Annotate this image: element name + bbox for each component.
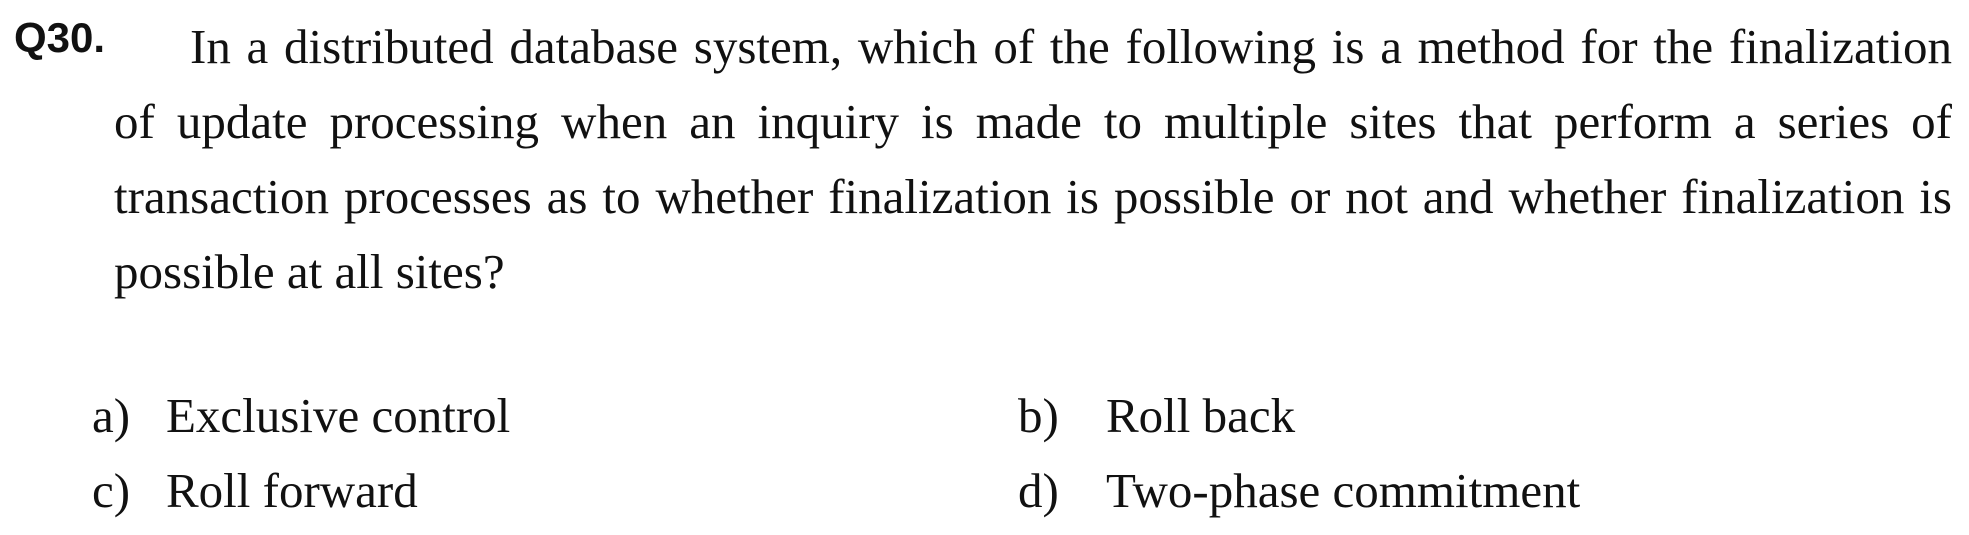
question-number: Q30.: [14, 14, 106, 61]
option-label: a): [92, 388, 131, 443]
option-label: c): [92, 463, 131, 518]
page: { "question": { "number": "Q30.", "text"…: [0, 0, 1969, 535]
option-label: b): [1018, 388, 1059, 443]
question-text: In a distributed database system, which …: [114, 19, 1952, 299]
option-text: Two-phase commitment: [1106, 463, 1581, 518]
option-text: Roll back: [1106, 388, 1296, 443]
option-label: d): [1018, 463, 1059, 518]
option-text: Exclusive control: [166, 388, 511, 443]
option-text: Roll forward: [166, 463, 418, 518]
